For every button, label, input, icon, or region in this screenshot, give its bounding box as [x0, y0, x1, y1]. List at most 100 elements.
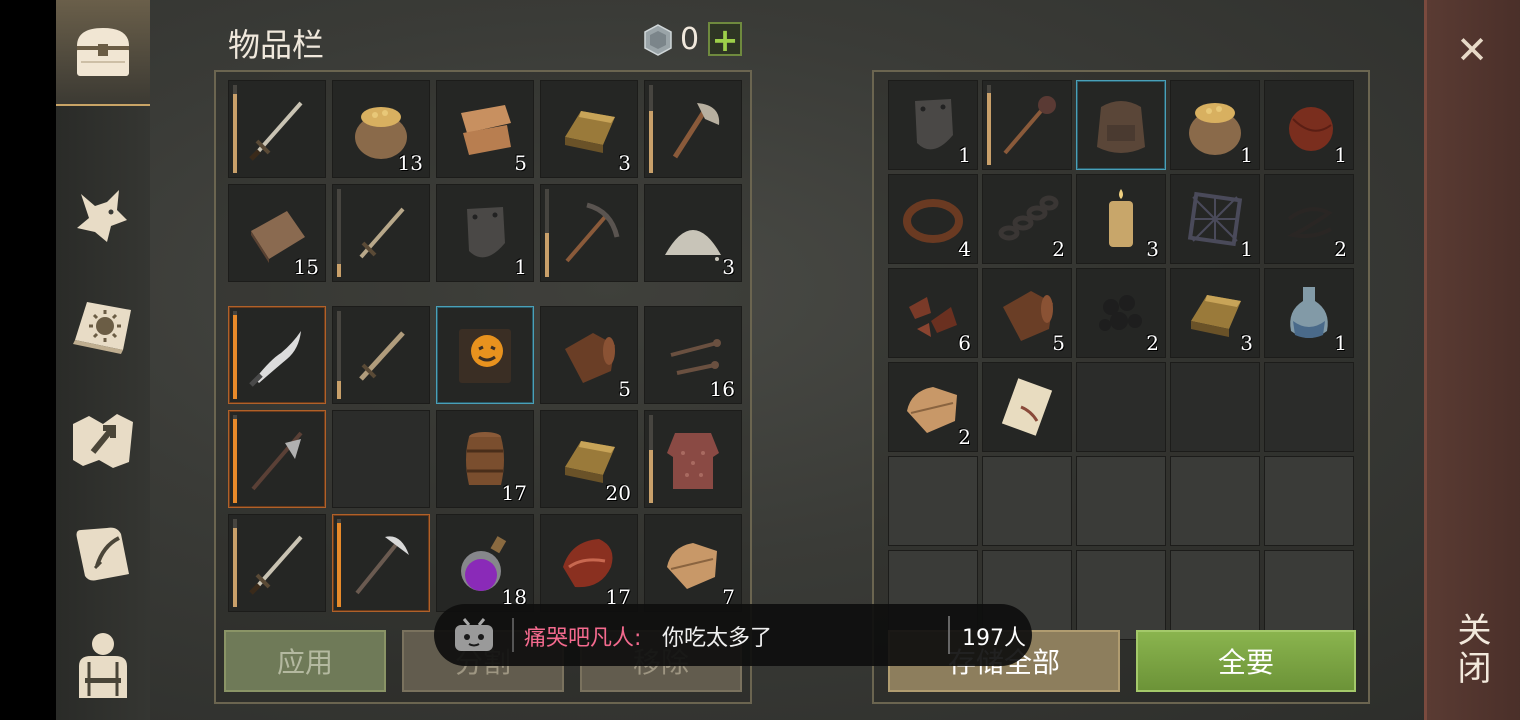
inventory-slot[interactable] — [540, 184, 638, 282]
storage-slot[interactable]: 1 — [888, 80, 978, 170]
scroll-icon — [1001, 378, 1053, 436]
tab-quests[interactable] — [56, 500, 150, 604]
currency-count: 0 — [680, 22, 700, 57]
curved-blade-icon — [249, 331, 301, 387]
page-title: 物品栏 — [228, 26, 325, 64]
durability-fill — [337, 263, 341, 277]
storage-slot[interactable] — [1264, 362, 1354, 452]
durability-bar — [233, 311, 237, 399]
inventory-slot[interactable]: 5 — [436, 80, 534, 178]
storage-slot[interactable] — [1076, 550, 1166, 640]
inventory-slot[interactable]: 7 — [644, 514, 742, 612]
inventory-slot[interactable] — [228, 306, 326, 404]
storage-slot[interactable]: 1 — [1170, 174, 1260, 264]
inventory-slot[interactable]: 16 — [644, 306, 742, 404]
durability-fill — [233, 419, 237, 503]
inventory-slot[interactable] — [332, 306, 430, 404]
storage-slot[interactable] — [982, 456, 1072, 546]
storage-slot[interactable]: 2 — [1264, 174, 1354, 264]
storage-slot[interactable]: 2 — [1076, 268, 1166, 358]
tab-character[interactable] — [56, 612, 150, 716]
storage-slot[interactable] — [1170, 362, 1260, 452]
take-all-button[interactable]: 全要 — [1136, 630, 1356, 692]
storage-slot[interactable] — [888, 456, 978, 546]
storage-slot[interactable]: 1 — [1264, 268, 1354, 358]
storage-slot[interactable]: 6 — [888, 268, 978, 358]
durability-bar — [987, 85, 991, 165]
pickaxe-icon — [565, 202, 620, 263]
durability-bar — [545, 189, 549, 277]
inventory-slot[interactable] — [228, 514, 326, 612]
storage-slot[interactable] — [1076, 456, 1166, 546]
item-count: 2 — [1146, 331, 1159, 355]
storage-slot[interactable]: 3 — [1076, 174, 1166, 264]
storage-slot[interactable] — [982, 362, 1072, 452]
durability-fill — [233, 315, 237, 399]
comment-user: 痛哭吧凡人: — [524, 626, 642, 651]
close-label[interactable]: 关闭 — [1451, 612, 1496, 688]
durability-fill — [545, 233, 549, 277]
longsword-icon — [249, 535, 303, 595]
tab-skills[interactable] — [56, 276, 150, 380]
inventory-slot[interactable]: 17 — [436, 410, 534, 508]
item-count: 13 — [397, 151, 423, 175]
inventory-slot[interactable] — [332, 410, 430, 508]
storage-slot[interactable]: 2 — [888, 362, 978, 452]
durability-fill — [233, 527, 237, 607]
inventory-slot[interactable]: 1 — [436, 184, 534, 282]
item-count: 5 — [618, 377, 631, 401]
item-count: 2 — [1052, 237, 1065, 261]
inventory-slot[interactable] — [644, 410, 742, 508]
durability-bar — [337, 189, 341, 277]
item-count: 1 — [1334, 331, 1347, 355]
inventory-slot[interactable]: 13 — [332, 80, 430, 178]
inventory-chest-icon — [77, 28, 129, 76]
inventory-slot[interactable] — [228, 410, 326, 508]
inventory-slot[interactable] — [644, 80, 742, 178]
storage-slot[interactable] — [1170, 550, 1260, 640]
inventory-slot[interactable] — [436, 306, 534, 404]
storage-slot[interactable] — [1264, 456, 1354, 546]
screen-edge — [0, 0, 56, 720]
tab-inventory[interactable] — [56, 0, 150, 106]
inventory-slot[interactable]: 17 — [540, 514, 638, 612]
durability-bar — [233, 415, 237, 503]
tab-pets[interactable] — [56, 164, 150, 268]
inventory-slot[interactable] — [228, 80, 326, 178]
durability-bar — [649, 415, 653, 503]
apply-button[interactable]: 应用 — [224, 630, 386, 692]
item-count: 6 — [958, 331, 971, 355]
durability-fill — [649, 450, 653, 503]
storage-slot[interactable]: 1 — [1264, 80, 1354, 170]
inventory-slot[interactable]: 3 — [644, 184, 742, 282]
war-pick-icon — [355, 536, 409, 595]
storage-slot[interactable]: 2 — [982, 174, 1072, 264]
storage-slot[interactable]: 1 — [1170, 80, 1260, 170]
inventory-slot[interactable] — [332, 184, 430, 282]
storage-slot[interactable] — [1170, 456, 1260, 546]
cloth-scraps-icon — [461, 105, 511, 155]
inventory-slot[interactable]: 20 — [540, 410, 638, 508]
inventory-slot[interactable]: 15 — [228, 184, 326, 282]
storage-slot[interactable]: 5 — [982, 268, 1072, 358]
storage-slot[interactable]: 4 — [888, 174, 978, 264]
durability-bar — [233, 519, 237, 607]
add-currency-button[interactable]: + — [708, 22, 742, 56]
sword-icon — [359, 207, 405, 259]
close-icon[interactable]: ✕ — [1448, 26, 1496, 74]
durability-fill — [337, 381, 341, 399]
item-count: 1 — [958, 143, 971, 167]
storage-slot[interactable] — [1076, 80, 1166, 170]
inventory-slot[interactable]: 3 — [540, 80, 638, 178]
inventory-slot[interactable]: 18 — [436, 514, 534, 612]
folded-cloth-icon — [667, 543, 717, 589]
storage-slot[interactable] — [1076, 362, 1166, 452]
durability-bar — [233, 85, 237, 173]
storage-slot[interactable]: 3 — [1170, 268, 1260, 358]
inventory-grid-bottom: 5 16 17 20 18 17 7 — [228, 306, 742, 612]
storage-slot[interactable] — [982, 80, 1072, 170]
inventory-slot[interactable]: 5 — [540, 306, 638, 404]
tab-map[interactable] — [56, 388, 150, 492]
storage-slot[interactable] — [1264, 550, 1354, 640]
inventory-slot[interactable] — [332, 514, 430, 612]
